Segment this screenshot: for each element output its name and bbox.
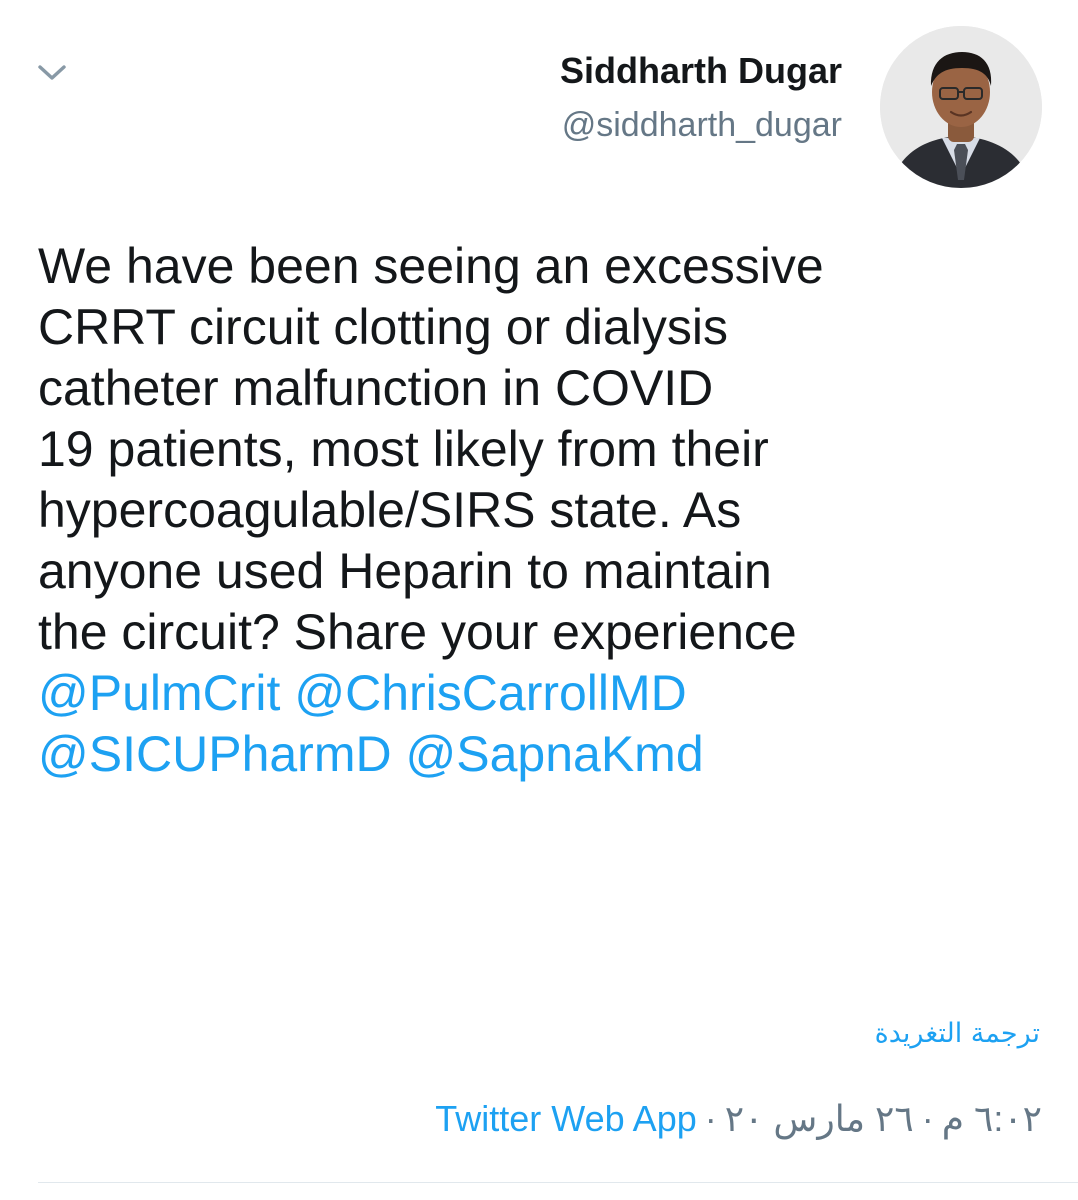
meta-separator: · bbox=[921, 1098, 934, 1139]
tweet-text-line: anyone used Heparin to maintain bbox=[38, 543, 772, 599]
tweet-text-line: CRRT circuit clotting or dialysis bbox=[38, 299, 729, 355]
mention-link-pulmcrit[interactable]: @PulmCrit bbox=[38, 665, 280, 721]
meta-separator: · bbox=[704, 1098, 717, 1139]
tweet-text-line: the circuit? Share your experience bbox=[38, 604, 797, 660]
tweet-text-line: hypercoagulable/SIRS state. As bbox=[38, 482, 742, 538]
mention-link-sapnakmd[interactable]: @SapnaKmd bbox=[406, 726, 704, 782]
tweet-text-line: We have been seeing an excessive bbox=[38, 238, 824, 294]
tweet-text-line: 19 patients, most likely from their bbox=[38, 421, 769, 477]
tweet-text-line: catheter malfunction in COVID bbox=[38, 360, 714, 416]
divider bbox=[38, 1182, 1078, 1183]
author-handle[interactable]: @siddharth_dugar bbox=[560, 100, 842, 150]
mentions-line: @SICUPharmD @SapnaKmd bbox=[38, 724, 1058, 785]
author-info[interactable]: Siddharth Dugar @siddharth_dugar bbox=[560, 46, 842, 150]
tweet-time[interactable]: ٦:٠٢ م bbox=[942, 1098, 1042, 1139]
mention-link-chriscarrollmd[interactable]: @ChrisCarrollMD bbox=[294, 665, 686, 721]
chevron-down-icon[interactable] bbox=[30, 50, 74, 94]
mentions-line: @PulmCrit @ChrisCarrollMD bbox=[38, 663, 1058, 724]
mention-link-sicupharmd[interactable]: @SICUPharmD bbox=[38, 726, 392, 782]
avatar[interactable] bbox=[880, 26, 1042, 188]
tweet-detail: Siddharth Dugar @siddharth_dugar We have… bbox=[0, 0, 1078, 1200]
translate-tweet-link[interactable]: ترجمة التغريدة bbox=[875, 1012, 1040, 1056]
tweet-date[interactable]: ٢٦ مارس ٢٠ bbox=[725, 1098, 914, 1139]
source-app-link[interactable]: Twitter Web App bbox=[435, 1092, 696, 1146]
tweet-meta: ٦:٠٢ م·٢٦ مارس ٢٠·Twitter Web App bbox=[435, 1092, 1042, 1146]
profile-photo bbox=[880, 26, 1042, 188]
tweet-text: We have been seeing an excessive CRRT ci… bbox=[38, 236, 1058, 785]
author-display-name[interactable]: Siddharth Dugar bbox=[560, 46, 842, 96]
